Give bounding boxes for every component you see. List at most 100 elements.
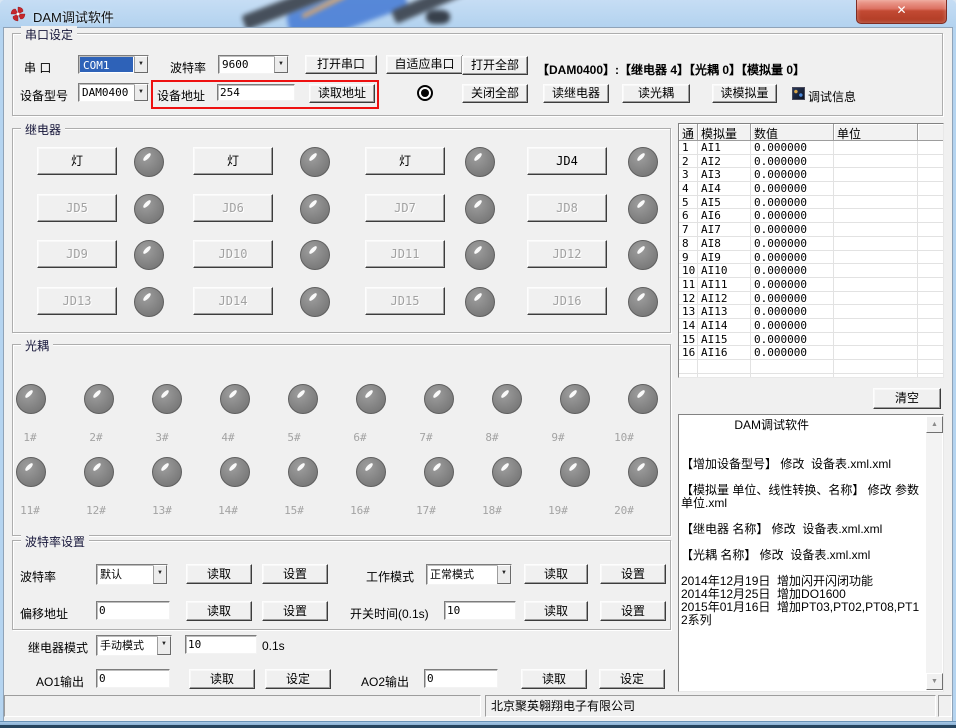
opto-led-row — [16, 384, 658, 414]
work-mode-read-button[interactable]: 读取 — [524, 564, 588, 584]
relay-button-5[interactable]: JD5 — [37, 194, 117, 222]
relay-button-7[interactable]: JD7 — [365, 194, 445, 222]
relay-led-13 — [134, 287, 164, 317]
relay-button-3[interactable]: 灯 — [365, 147, 445, 175]
device-model-value: DAM0400 — [79, 84, 134, 101]
work-mode-set-button[interactable]: 设置 — [600, 564, 666, 584]
relay-led-11 — [465, 240, 495, 270]
table-row-empty — [679, 360, 943, 374]
opto-label: 9# — [544, 431, 572, 444]
opto-label: 3# — [148, 431, 176, 444]
relay-led-14 — [300, 287, 330, 317]
relay-led-9 — [134, 240, 164, 270]
ao1-read-button[interactable]: 读取 — [189, 669, 255, 689]
relay-led-7 — [465, 194, 495, 224]
device-address-input[interactable] — [217, 84, 295, 101]
open-all-button[interactable]: 打开全部 — [462, 56, 528, 75]
chevron-down-icon[interactable]: ▼ — [153, 565, 167, 584]
relay-button-15[interactable]: JD15 — [365, 287, 445, 315]
chevron-down-icon[interactable]: ▼ — [274, 56, 288, 73]
baud-read-button[interactable]: 读取 — [186, 564, 252, 584]
chevron-down-icon[interactable]: ▼ — [134, 84, 148, 101]
scroll-up-icon[interactable]: ▲ — [926, 416, 943, 433]
read-relay-button[interactable]: 读继电器 — [543, 84, 609, 103]
opto-led-6 — [356, 384, 386, 414]
offset-address-input[interactable] — [96, 601, 170, 620]
read-analog-button[interactable]: 读模拟量 — [712, 84, 777, 103]
relay-button-1[interactable]: 灯 — [37, 147, 117, 175]
read-address-button[interactable]: 读取地址 — [309, 84, 375, 103]
relay-button-8[interactable]: JD8 — [527, 194, 607, 222]
opto-led-7 — [424, 384, 454, 414]
opto-led-16 — [356, 457, 386, 487]
company-name: 北京聚英翱翔电子有限公司 — [491, 699, 635, 713]
work-mode-label: 工作模式 — [366, 568, 414, 585]
ao1-set-button[interactable]: 设定 — [265, 669, 331, 689]
table-row: 12AI120.000000 — [679, 292, 943, 306]
relay-button-6[interactable]: JD6 — [193, 194, 273, 222]
opto-led-19 — [560, 457, 590, 487]
ao2-input[interactable] — [424, 669, 498, 688]
relay-button-13[interactable]: JD13 — [37, 287, 117, 315]
relay-button-4[interactable]: JD4 — [527, 147, 607, 175]
debug-info-label[interactable]: 调试信息 — [808, 88, 856, 105]
title-bar[interactable]: DAM调试软件 ✕ — [0, 0, 956, 28]
offset-read-button[interactable]: 读取 — [186, 601, 252, 621]
opto-led-15 — [288, 457, 318, 487]
relay-row: JD13 JD14 JD15 JD16 — [12, 287, 669, 317]
baud-set-button[interactable]: 设置 — [262, 564, 328, 584]
debug-info-icon[interactable] — [792, 87, 805, 100]
scroll-down-icon[interactable]: ▼ — [926, 673, 943, 690]
work-mode-select[interactable]: 正常模式 ▼ — [426, 564, 512, 585]
ao2-set-button[interactable]: 设定 — [599, 669, 665, 689]
relay-button-10[interactable]: JD10 — [193, 240, 273, 268]
switch-time-set-button[interactable]: 设置 — [600, 601, 666, 621]
offset-set-button[interactable]: 设置 — [262, 601, 328, 621]
status-panel-company: 北京聚英翱翔电子有限公司 — [485, 695, 936, 717]
ao2-label: AO2输出 — [361, 673, 409, 690]
analog-table[interactable]: 通模拟量数值单位 1AI10.000000 2AI20.000000 3AI30… — [678, 123, 944, 378]
switch-time-read-button[interactable]: 读取 — [524, 601, 588, 621]
device-model-label: 设备型号 — [20, 87, 68, 104]
table-row: 8AI80.000000 — [679, 237, 943, 251]
relay-led-1 — [134, 147, 164, 177]
device-model-select[interactable]: DAM0400 ▼ — [78, 83, 149, 102]
console-scrollbar[interactable]: ▲ ▼ — [926, 416, 942, 690]
close-button[interactable]: ✕ — [856, 0, 947, 24]
opto-led-18 — [492, 457, 522, 487]
opto-led-1 — [16, 384, 46, 414]
serial-group-title: 串口设定 — [21, 26, 77, 43]
clear-log-button[interactable]: 清空 — [873, 388, 941, 409]
chevron-down-icon[interactable]: ▼ — [157, 636, 171, 655]
relay-button-14[interactable]: JD14 — [193, 287, 273, 315]
relay-button-9[interactable]: JD9 — [37, 240, 117, 268]
relay-time-input[interactable] — [185, 635, 257, 654]
baudrate-select[interactable]: 9600 ▼ — [218, 55, 289, 74]
port-select[interactable]: COM1 ▼ — [78, 55, 149, 74]
ao2-read-button[interactable]: 读取 — [521, 669, 587, 689]
log-console[interactable]: DAM调试软件 【增加设备型号】 修改 设备表.xml.xml 【模拟量 单位、… — [678, 414, 944, 692]
app-window: DAM调试软件 ✕ 串口设定 串 口 COM1 ▼ 波特率 9600 ▼ 打开串… — [0, 0, 956, 728]
ao1-input[interactable] — [96, 669, 170, 688]
relay-button-16[interactable]: JD16 — [527, 287, 607, 315]
chevron-down-icon[interactable]: ▼ — [497, 565, 511, 584]
open-serial-button[interactable]: 打开串口 — [305, 55, 377, 74]
relay-mode-label: 继电器模式 — [28, 639, 88, 656]
device-address-label: 设备地址 — [157, 87, 205, 104]
table-row: 4AI40.000000 — [679, 182, 943, 196]
col-extra — [918, 124, 943, 141]
chevron-down-icon[interactable]: ▼ — [134, 56, 148, 73]
relay-button-2[interactable]: 灯 — [193, 147, 273, 175]
opto-led-17 — [424, 457, 454, 487]
relay-mode-select[interactable]: 手动模式 ▼ — [96, 635, 172, 656]
opto-led-12 — [84, 457, 114, 487]
close-all-button[interactable]: 关闭全部 — [462, 84, 528, 103]
baud2-select[interactable]: 默认 ▼ — [96, 564, 168, 585]
relay-button-12[interactable]: JD12 — [527, 240, 607, 268]
relay-led-12 — [628, 240, 658, 270]
relay-button-11[interactable]: JD11 — [365, 240, 445, 268]
read-opto-button[interactable]: 读光耦 — [622, 84, 690, 103]
switch-time-input[interactable] — [444, 601, 516, 620]
adaptive-serial-button[interactable]: 自适应串口 — [386, 55, 463, 74]
relay-led-10 — [300, 240, 330, 270]
